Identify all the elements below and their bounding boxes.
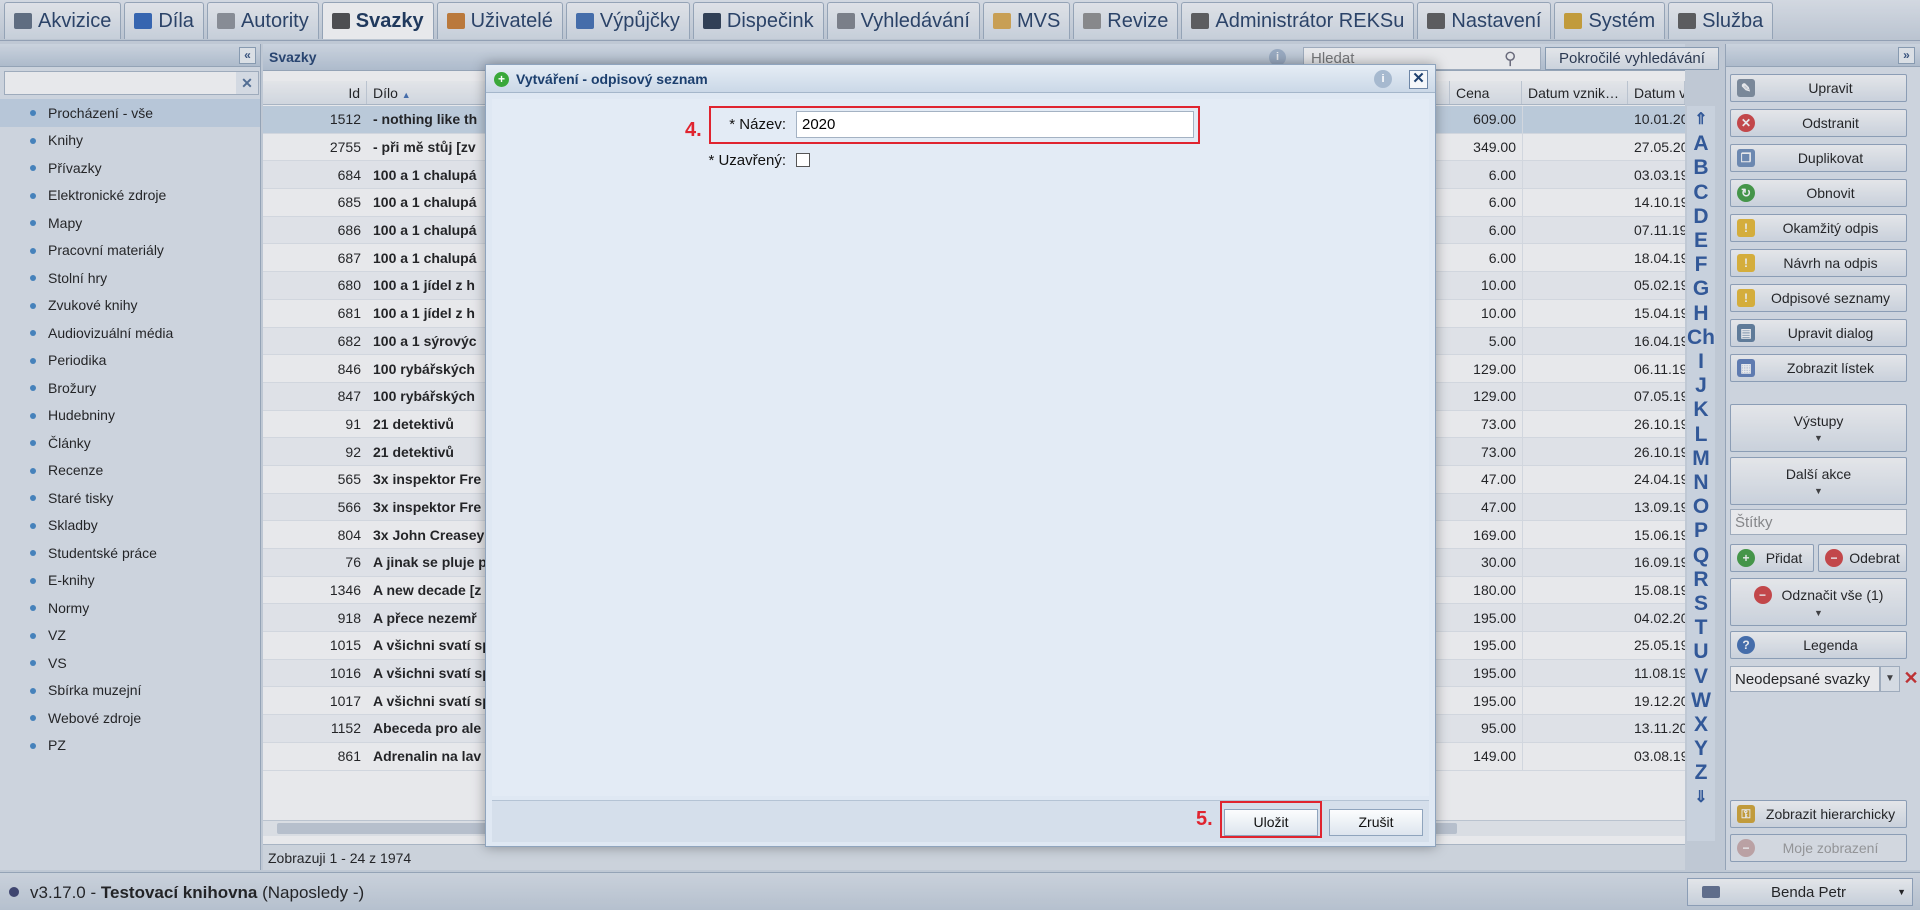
create-writeoff-list-dialog: + Vytváření - odpisový seznam i ✕ 4. * N… <box>485 64 1436 847</box>
name-label: * Název: <box>729 116 786 133</box>
close-icon[interactable]: ✕ <box>1409 70 1428 89</box>
step-marker-5: 5. <box>1196 808 1213 830</box>
save-button[interactable]: Uložit <box>1224 809 1318 836</box>
dialog-body: 4. * Název: * Uzavřený: <box>492 99 1429 796</box>
info-icon[interactable]: i <box>1374 70 1392 88</box>
dialog-footer: 5. Uložit Zrušit <box>492 800 1429 842</box>
name-field[interactable] <box>796 111 1194 138</box>
dialog-title: Vytváření - odpisový seznam <box>516 71 708 87</box>
closed-checkbox[interactable] <box>796 153 810 167</box>
closed-label: * Uzavřený: <box>708 152 786 169</box>
dialog-titlebar: + Vytváření - odpisový seznam i ✕ <box>486 65 1435 93</box>
add-icon: + <box>494 72 509 87</box>
cancel-button[interactable]: Zrušit <box>1329 809 1423 836</box>
